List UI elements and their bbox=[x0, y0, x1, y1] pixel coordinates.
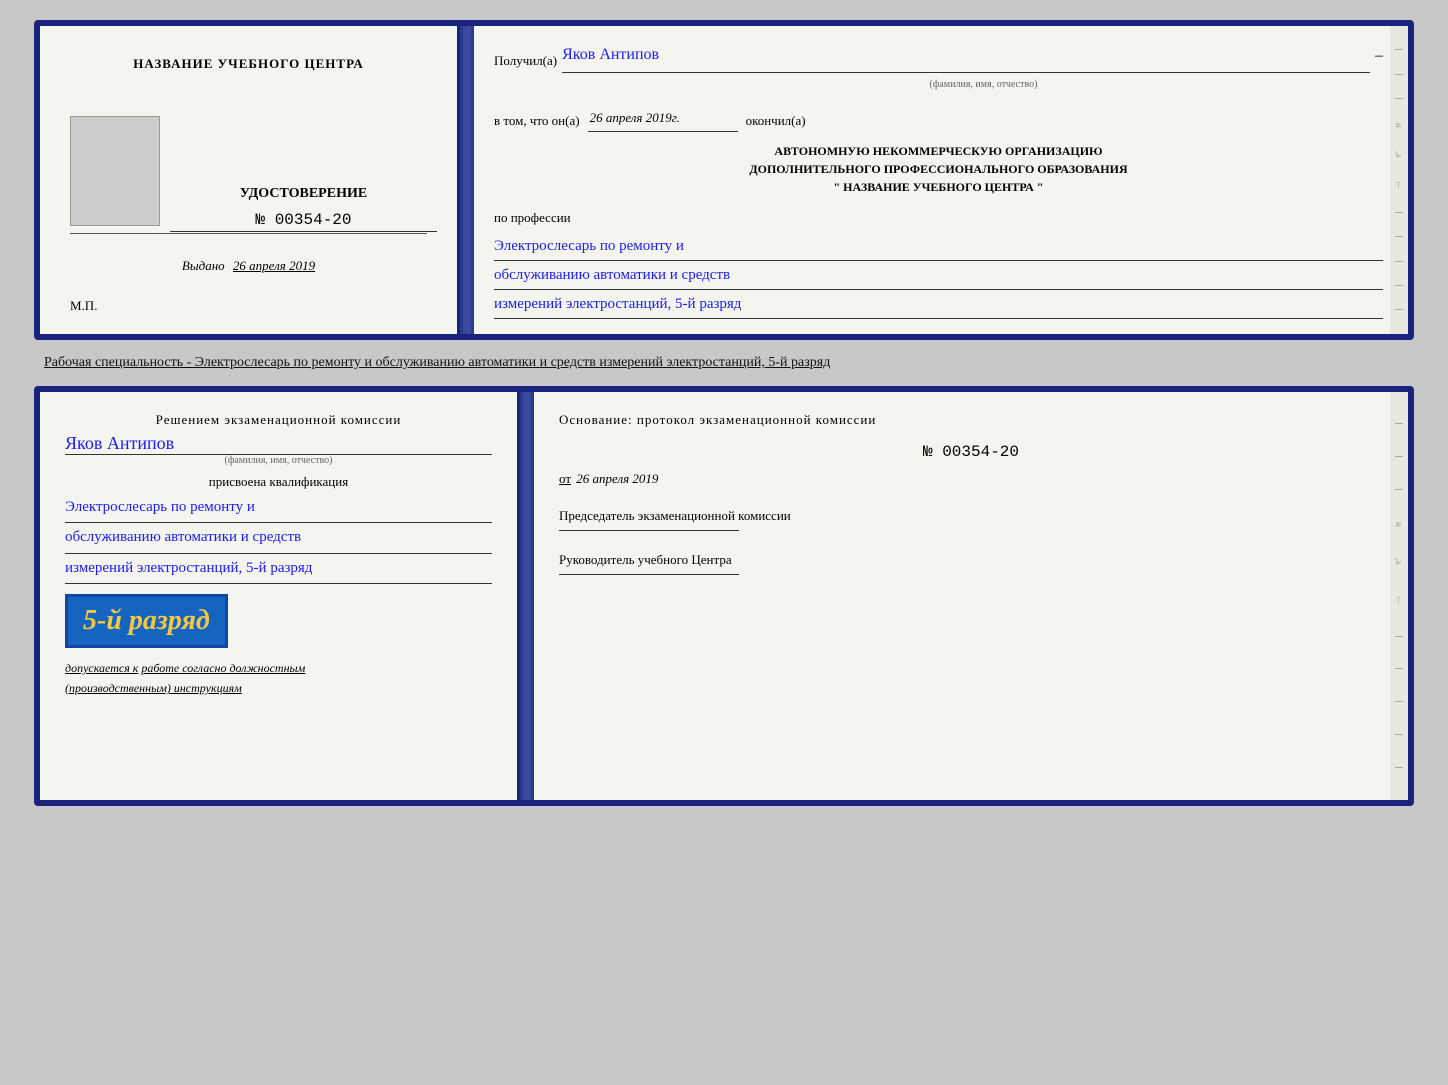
bottom-spine bbox=[520, 392, 534, 800]
qualification-name: Электрослесарь по ремонту и обслуживанию… bbox=[65, 495, 492, 585]
profession-line3: измерений электростанций, 5-й разряд bbox=[494, 292, 1383, 319]
допускается-line: допускается к работе согласно должностны… bbox=[65, 661, 492, 676]
cert-number: № 00354-20 bbox=[170, 211, 437, 232]
booklet-spine bbox=[460, 26, 474, 334]
protocol-num: № 00354-20 bbox=[559, 443, 1383, 461]
top-right-page: Получил(а) Яков Антипов – (фамилия, имя,… bbox=[474, 26, 1408, 334]
date-value: 26 апреля 2019г. bbox=[588, 106, 738, 132]
допускается-text2: (производственным) инструкциям bbox=[65, 681, 242, 695]
director-section: Руководитель учебного Центра bbox=[559, 551, 1383, 575]
допускается-text: работе согласно должностным bbox=[141, 661, 305, 675]
chairman-section: Председатель экзаменационной комиссии bbox=[559, 507, 1383, 531]
decision-title: Решением экзаменационной комиссии bbox=[65, 412, 492, 428]
date-label: в том, что он(а) bbox=[494, 109, 580, 132]
bottom-left-page: Решением экзаменационной комиссии Яков А… bbox=[40, 392, 520, 800]
issued-date: 26 апреля 2019 bbox=[233, 258, 315, 273]
cert-type-label: УДОСТОВЕРЕНИЕ bbox=[170, 186, 437, 202]
person-name-underline: Яков Антипов bbox=[65, 433, 492, 455]
name-sub: (фамилия, имя, отчество) bbox=[65, 455, 492, 466]
bottom-right-page: Основание: протокол экзаменационной коми… bbox=[534, 392, 1408, 800]
basis-title: Основание: протокол экзаменационной коми… bbox=[559, 412, 1383, 428]
recipient-line: Получил(а) Яков Антипов – bbox=[494, 41, 1383, 73]
mp-label: М.П. bbox=[70, 298, 97, 314]
bottom-side-decoration: и ,а ‹– bbox=[1390, 392, 1408, 800]
recipient-sub: (фамилия, имя, отчество) bbox=[584, 76, 1383, 94]
допускается-prefix: допускается к bbox=[65, 661, 138, 675]
org-line3: " НАЗВАНИЕ УЧЕБНОГО ЦЕНТРА " bbox=[494, 178, 1383, 196]
director-sig-line bbox=[559, 574, 739, 575]
side-decoration: и ,а ‹– bbox=[1390, 26, 1408, 334]
chairman-title: Председатель экзаменационной комиссии bbox=[559, 507, 1383, 525]
date-prefix: от bbox=[559, 471, 571, 486]
date-suffix: окончил(а) bbox=[746, 109, 806, 132]
top-booklet: НАЗВАНИЕ УЧЕБНОГО ЦЕНТРА УДОСТОВЕРЕНИЕ №… bbox=[34, 20, 1414, 340]
chairman-sig-line bbox=[559, 530, 739, 531]
org-line1: АВТОНОМНУЮ НЕКОММЕРЧЕСКУЮ ОРГАНИЗАЦИЮ bbox=[494, 142, 1383, 160]
recipient-label: Получил(а) bbox=[494, 49, 557, 72]
director-title: Руководитель учебного Центра bbox=[559, 551, 1383, 569]
description-text: Рабочая специальность - Электрослесарь п… bbox=[34, 348, 1414, 378]
org-line2: ДОПОЛНИТЕЛЬНОГО ПРОФЕССИОНАЛЬНОГО ОБРАЗО… bbox=[494, 160, 1383, 178]
top-left-page: НАЗВАНИЕ УЧЕБНОГО ЦЕНТРА УДОСТОВЕРЕНИЕ №… bbox=[40, 26, 460, 334]
допускается-line2: (производственным) инструкциям bbox=[65, 681, 492, 696]
profession-name: Электрослесарь по ремонту и обслуживанию… bbox=[494, 234, 1383, 319]
protocol-date-value: 26 апреля 2019 bbox=[576, 471, 658, 486]
photo-placeholder bbox=[70, 116, 160, 226]
date-line: в том, что он(а) 26 апреля 2019г. окончи… bbox=[494, 106, 1383, 132]
protocol-date: от 26 апреля 2019 bbox=[559, 471, 1383, 487]
profession-line1: Электрослесарь по ремонту и bbox=[494, 234, 1383, 261]
issued-section: Выдано 26 апреля 2019 bbox=[40, 258, 457, 274]
center-title: НАЗВАНИЕ УЧЕБНОГО ЦЕНТРА bbox=[40, 56, 457, 72]
person-name: Яков Антипов bbox=[65, 433, 492, 454]
profession-label: по профессии bbox=[494, 206, 1383, 229]
qual-line3: измерений электростанций, 5-й разряд bbox=[65, 556, 492, 585]
dash-separator: – bbox=[1375, 42, 1383, 73]
bottom-booklet: Решением экзаменационной комиссии Яков А… bbox=[34, 386, 1414, 806]
qual-line1: Электрослесарь по ремонту и bbox=[65, 495, 492, 524]
qualification-label: присвоена квалификация bbox=[65, 474, 492, 490]
org-block: АВТОНОМНУЮ НЕКОММЕРЧЕСКУЮ ОРГАНИЗАЦИЮ ДО… bbox=[494, 142, 1383, 196]
recipient-name: Яков Антипов bbox=[562, 41, 1370, 73]
rank-badge: 5-й разряд bbox=[65, 594, 228, 648]
qual-line2: обслуживанию автоматики и средств bbox=[65, 525, 492, 554]
profession-line2: обслуживанию автоматики и средств bbox=[494, 263, 1383, 290]
issued-label: Выдано bbox=[182, 258, 225, 273]
